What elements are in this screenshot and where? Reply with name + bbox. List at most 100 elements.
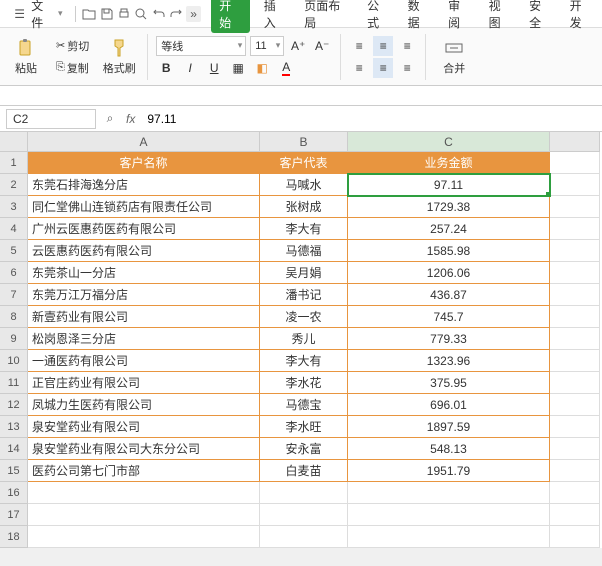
cell[interactable] — [348, 482, 550, 504]
save-icon[interactable] — [99, 6, 114, 22]
cell[interactable] — [550, 372, 600, 394]
col-header-a[interactable]: A — [28, 132, 260, 152]
cell[interactable]: 新壹药业有限公司 — [28, 306, 260, 328]
cell[interactable] — [550, 262, 600, 284]
cell[interactable]: 安永富 — [260, 438, 348, 460]
cut-button[interactable]: ✂剪切 — [52, 36, 93, 56]
cell[interactable]: 凌一农 — [260, 306, 348, 328]
cell[interactable]: 客户代表 — [260, 152, 348, 174]
fill-color-button[interactable]: ◧ — [252, 58, 272, 78]
file-menu[interactable]: ☰ 文件 ▾ — [6, 0, 69, 33]
row-header[interactable]: 10 — [0, 350, 28, 372]
cell[interactable]: 745.7 — [348, 306, 550, 328]
cell[interactable] — [550, 350, 600, 372]
row-header[interactable]: 18 — [0, 526, 28, 548]
tab-layout[interactable]: 页面布局 — [300, 0, 353, 33]
cell[interactable] — [550, 482, 600, 504]
border-button[interactable]: ▦ — [228, 58, 248, 78]
cell[interactable]: 李大有 — [260, 350, 348, 372]
tab-data[interactable]: 数据 — [404, 0, 434, 33]
cell[interactable]: 1729.38 — [348, 196, 550, 218]
cell[interactable] — [550, 152, 600, 174]
row-header[interactable]: 14 — [0, 438, 28, 460]
fx-icon[interactable]: fx — [126, 112, 135, 126]
cell[interactable]: 东莞茶山一分店 — [28, 262, 260, 284]
merge-button[interactable]: 合并 — [434, 34, 474, 80]
cell[interactable]: 客户名称 — [28, 152, 260, 174]
cell[interactable]: 1585.98 — [348, 240, 550, 262]
copy-button[interactable]: ⎘复制 — [52, 58, 93, 78]
cell[interactable] — [550, 438, 600, 460]
tab-view[interactable]: 视图 — [485, 0, 515, 33]
tab-formula[interactable]: 公式 — [363, 0, 393, 33]
preview-icon[interactable] — [134, 6, 149, 22]
font-select[interactable]: 等线 — [156, 36, 246, 56]
cell[interactable] — [550, 174, 600, 196]
cell[interactable] — [260, 504, 348, 526]
col-header-b[interactable]: B — [260, 132, 348, 152]
format-painter-button[interactable]: 格式刷 — [99, 34, 139, 80]
cell[interactable]: 张树成 — [260, 196, 348, 218]
tab-insert[interactable]: 插入 — [260, 0, 290, 33]
cell[interactable]: 436.87 — [348, 284, 550, 306]
cell[interactable] — [348, 504, 550, 526]
row-header[interactable]: 5 — [0, 240, 28, 262]
row-header[interactable]: 3 — [0, 196, 28, 218]
cell[interactable]: 马德福 — [260, 240, 348, 262]
cell[interactable] — [550, 504, 600, 526]
decrease-font-icon[interactable]: A⁻ — [312, 36, 332, 56]
cell[interactable]: 马喊水 — [260, 174, 348, 196]
cell[interactable] — [28, 526, 260, 548]
cell[interactable] — [550, 196, 600, 218]
print-icon[interactable] — [116, 6, 131, 22]
more-icon[interactable]: » — [186, 6, 201, 22]
cell[interactable]: 1951.79 — [348, 460, 550, 482]
tab-dev[interactable]: 开发 — [566, 0, 596, 33]
cell[interactable]: 云医惠药医药有限公司 — [28, 240, 260, 262]
cell[interactable] — [550, 306, 600, 328]
bold-button[interactable]: B — [156, 58, 176, 78]
cell[interactable]: 医药公司第七门市部 — [28, 460, 260, 482]
align-left-icon[interactable]: ≡ — [349, 58, 369, 78]
cell[interactable]: 吴月娟 — [260, 262, 348, 284]
cell[interactable]: 1897.59 — [348, 416, 550, 438]
cell[interactable]: 李水花 — [260, 372, 348, 394]
cell[interactable] — [260, 482, 348, 504]
cell[interactable]: 业务金额 — [348, 152, 550, 174]
paste-button[interactable]: 粘贴 — [6, 34, 46, 80]
font-color-button[interactable]: A — [276, 58, 296, 78]
align-center-icon[interactable]: ≡ — [373, 58, 393, 78]
row-header[interactable]: 12 — [0, 394, 28, 416]
cell[interactable]: 潘书记 — [260, 284, 348, 306]
cell[interactable]: 1323.96 — [348, 350, 550, 372]
search-icon[interactable]: ⌕ — [102, 111, 118, 127]
tab-review[interactable]: 审阅 — [444, 0, 474, 33]
cell[interactable]: 泉安堂药业有限公司 — [28, 416, 260, 438]
cell[interactable]: 广州云医惠药医药有限公司 — [28, 218, 260, 240]
cell[interactable] — [550, 460, 600, 482]
cell[interactable] — [28, 482, 260, 504]
cell[interactable]: 97.11 — [348, 174, 550, 196]
cell[interactable]: 一通医药有限公司 — [28, 350, 260, 372]
align-top-icon[interactable]: ≡ — [349, 36, 369, 56]
increase-font-icon[interactable]: A⁺ — [288, 36, 308, 56]
row-header[interactable]: 2 — [0, 174, 28, 196]
italic-button[interactable]: I — [180, 58, 200, 78]
tab-start[interactable]: 开始 — [211, 0, 249, 33]
cell[interactable]: 东莞石排海逸分店 — [28, 174, 260, 196]
underline-button[interactable]: U — [204, 58, 224, 78]
cell[interactable] — [550, 284, 600, 306]
cell[interactable]: 同仁堂佛山连锁药店有限责任公司 — [28, 196, 260, 218]
open-icon[interactable] — [82, 6, 97, 22]
formula-input[interactable] — [143, 109, 443, 129]
tab-security[interactable]: 安全 — [525, 0, 555, 33]
cell[interactable]: 秀儿 — [260, 328, 348, 350]
cell[interactable]: 1206.06 — [348, 262, 550, 284]
cell[interactable]: 马德宝 — [260, 394, 348, 416]
cell[interactable] — [550, 416, 600, 438]
cell[interactable] — [550, 394, 600, 416]
cell[interactable]: 548.13 — [348, 438, 550, 460]
row-header[interactable]: 9 — [0, 328, 28, 350]
cell[interactable]: 白麦苗 — [260, 460, 348, 482]
cell[interactable]: 李大有 — [260, 218, 348, 240]
